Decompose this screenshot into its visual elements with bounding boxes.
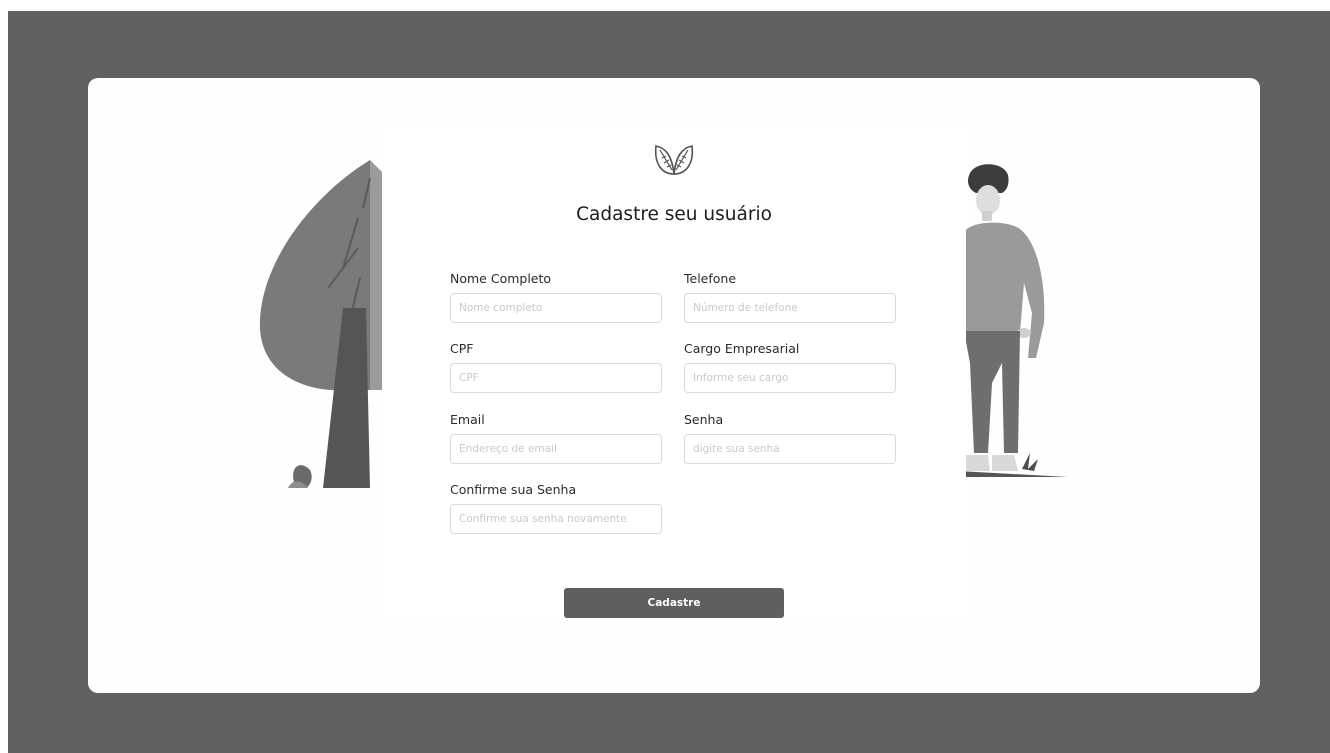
field-nome-completo: Nome Completo [450,270,662,323]
label-senha: Senha [684,412,724,427]
label-cpf: CPF [450,341,474,356]
cadastre-button[interactable]: Cadastre [564,588,784,618]
telefone-input[interactable] [684,293,896,323]
email-input[interactable] [450,434,662,464]
senha-input[interactable] [684,434,896,464]
field-cpf: CPF [450,340,662,393]
label-email: Email [450,412,485,427]
page-title: Cadastre seu usuário [576,204,772,225]
field-confirmar-senha: Confirme sua Senha [450,481,662,534]
tree-illustration [259,160,388,488]
field-cargo: Cargo Empresarial [684,340,896,393]
person-illustration [958,164,1068,477]
nome-completo-input[interactable] [450,293,662,323]
cargo-input[interactable] [684,363,896,393]
label-nome-completo: Nome Completo [450,271,552,286]
leaves-logo-icon [654,145,694,175]
confirmar-senha-input[interactable] [450,504,662,534]
field-telefone: Telefone [684,270,896,323]
signup-form: Cadastre seu usuário Nome Completo Telef… [382,126,966,618]
signup-card: Cadastre seu usuário Nome Completo Telef… [88,78,1260,693]
label-telefone: Telefone [684,271,737,286]
field-senha: Senha [684,411,896,464]
label-confirmar-senha: Confirme sua Senha [450,482,577,497]
field-email: Email [450,411,662,464]
cpf-input[interactable] [450,363,662,393]
label-cargo: Cargo Empresarial [684,341,800,356]
